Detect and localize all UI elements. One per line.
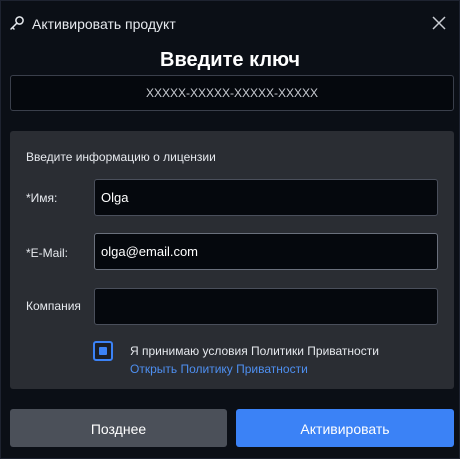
name-field[interactable] <box>94 179 438 216</box>
license-info-title: Введите информацию о лицензии <box>26 150 216 164</box>
activate-button[interactable]: Активировать <box>236 409 454 447</box>
activate-product-dialog: Активировать продукт Введите ключ Введит… <box>0 0 460 459</box>
checkbox-check-mark <box>99 347 107 355</box>
title-bar: Активировать продукт <box>1 1 459 45</box>
page-title: Введите ключ <box>160 49 300 71</box>
license-key-input[interactable] <box>10 75 454 111</box>
privacy-consent-checkbox[interactable] <box>93 341 113 361</box>
consent-label: Я принимаю условия Политики Приватности <box>130 344 379 358</box>
open-privacy-policy-link[interactable]: Открыть Политику Приватности <box>130 361 308 377</box>
window-title: Активировать продукт <box>32 16 176 32</box>
close-icon[interactable] <box>429 13 449 33</box>
email-field[interactable] <box>94 233 438 270</box>
later-button[interactable]: Позднее <box>10 409 227 447</box>
key-icon <box>9 15 25 31</box>
company-label: Компания <box>26 299 81 313</box>
company-field[interactable] <box>94 288 438 325</box>
name-label: *Имя: <box>26 191 58 205</box>
email-label: *E-Mail: <box>26 246 69 260</box>
license-info-panel: Введите информацию о лицензии *Имя: *E-M… <box>10 131 454 389</box>
